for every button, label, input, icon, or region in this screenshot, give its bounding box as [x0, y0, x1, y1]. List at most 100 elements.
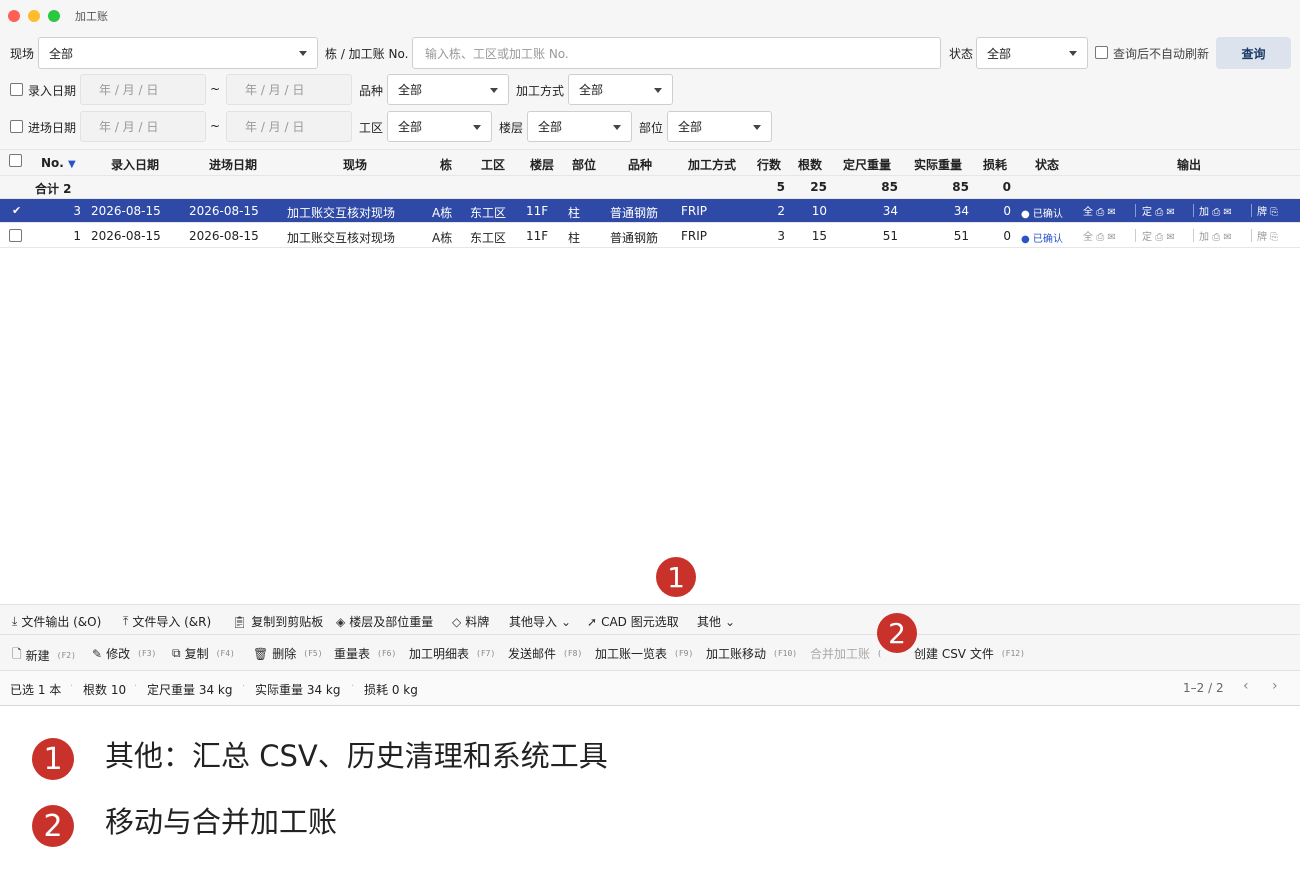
edit-button[interactable]: ✎ 修改 (F3) — [92, 645, 156, 662]
row-checkbox[interactable] — [9, 229, 22, 242]
output-fixed-group[interactable]: 定 ⎙ ✉ — [1142, 228, 1175, 243]
arrival-date-checkbox[interactable] — [10, 120, 23, 133]
print-icon[interactable]: ⎙ — [1155, 207, 1163, 218]
tag-button[interactable]: ◇ 料牌 — [452, 613, 489, 630]
table-row[interactable]: ✔ 3 2026-08-15 2026-08-15 加工账交互核对现场 A栋 东… — [0, 199, 1300, 223]
divider — [1135, 229, 1136, 242]
col-variety[interactable]: 品种 — [628, 156, 652, 173]
mail-icon[interactable]: ✉ — [1166, 207, 1174, 218]
col-part[interactable]: 部位 — [572, 156, 596, 173]
no-refresh-checkbox[interactable] — [1095, 46, 1108, 59]
col-no[interactable]: No. ▼ — [41, 156, 76, 170]
print-icon[interactable]: ⎙ — [1212, 207, 1220, 218]
entry-date-to-input[interactable]: 年 / 月 / 日 — [226, 74, 352, 105]
new-button[interactable]: 🗋︎ 新建 (F2) — [12, 645, 76, 666]
col-method[interactable]: 加工方式 — [688, 156, 736, 173]
create-csv-button[interactable]: 创建 CSV 文件 (F12) — [914, 645, 1025, 662]
col-count[interactable]: 根数 — [798, 156, 822, 173]
col-status[interactable]: 状态 — [1035, 156, 1059, 173]
close-window-button[interactable] — [8, 10, 20, 22]
other-import-menu[interactable]: 其他导入 ⌄ — [509, 613, 571, 630]
delete-button[interactable]: 🗑︎ 删除 (F5) — [253, 645, 323, 662]
table-row[interactable]: 1 2026-08-15 2026-08-15 加工账交互核对现场 A栋 东工区… — [0, 224, 1300, 248]
output-fixed-group[interactable]: 定 ⎙ ✉ — [1142, 203, 1175, 218]
select-all-checkbox[interactable] — [9, 154, 22, 167]
output-proc-group[interactable]: 加 ⎙ ✉ — [1199, 228, 1232, 243]
chevron-down-icon — [654, 87, 662, 93]
send-mail-button[interactable]: 发送邮件 (F8) — [508, 645, 582, 662]
col-fixed-weight[interactable]: 定尺重量 — [843, 156, 891, 173]
cell-actual-weight: 51 — [953, 229, 969, 243]
floor-select[interactable]: 全部 — [527, 111, 632, 142]
next-page-icon[interactable]: › — [1272, 678, 1278, 694]
pdf-icon[interactable]: ⎘ — [1270, 232, 1278, 243]
building-search-placeholder: 输入栋、工区或加工账 No. — [425, 46, 569, 61]
other-menu[interactable]: 其他 ⌄ — [697, 613, 735, 630]
col-zone[interactable]: 工区 — [481, 156, 505, 173]
count-total: 根数 10 — [83, 683, 127, 697]
floor-weight-button[interactable]: ◈ 楼层及部位重量 — [336, 613, 433, 630]
output-tag-group[interactable]: 牌 ⎘ — [1257, 203, 1278, 218]
query-button[interactable]: 查询 — [1216, 37, 1291, 69]
output-tag-group[interactable]: 牌 ⎘ — [1257, 228, 1278, 243]
col-rows[interactable]: 行数 — [757, 156, 781, 173]
mail-icon[interactable]: ✉ — [1223, 207, 1231, 218]
move-button[interactable]: 加工账移动 (F10) — [706, 645, 797, 662]
building-search-input[interactable]: 输入栋、工区或加工账 No. — [412, 37, 941, 69]
print-icon[interactable]: ⎙ — [1096, 232, 1104, 243]
arrival-date-to-input[interactable]: 年 / 月 / 日 — [226, 111, 352, 142]
output-proc-label: 加 — [1199, 207, 1209, 218]
floor-select-value: 全部 — [538, 120, 563, 134]
cad-select-button[interactable]: ➚ CAD 图元选取 — [587, 613, 679, 630]
new-file-icon: 🗋︎ — [12, 647, 22, 661]
col-site[interactable]: 现场 — [343, 156, 367, 173]
status-select[interactable]: 全部 — [976, 37, 1088, 69]
print-icon[interactable]: ⎙ — [1155, 232, 1163, 243]
file-import-button[interactable]: ⤒ 文件导入 (&R) — [123, 613, 211, 630]
prev-page-icon[interactable]: ‹ — [1243, 678, 1249, 694]
divider — [1251, 204, 1252, 217]
copy-button[interactable]: ⧉ 复制 (F4) — [172, 645, 235, 662]
cell-building: A栋 — [432, 231, 453, 245]
part-select-value: 全部 — [678, 120, 703, 134]
print-icon[interactable]: ⎙ — [1212, 232, 1220, 243]
zone-select[interactable]: 全部 — [387, 111, 492, 142]
weight-table-button[interactable]: 重量表 (F6) — [334, 645, 396, 662]
minimize-window-button[interactable] — [28, 10, 40, 22]
output-all-group[interactable]: 全 ⎙ ✉ — [1083, 203, 1116, 218]
detail-table-button[interactable]: 加工明细表 (F7) — [409, 645, 495, 662]
part-select[interactable]: 全部 — [667, 111, 772, 142]
list-button[interactable]: 加工账一览表 (F9) — [595, 645, 693, 662]
entry-date-checkbox[interactable] — [10, 83, 23, 96]
cell-loss: 0 — [1003, 229, 1011, 243]
arrival-date-from-input[interactable]: 年 / 月 / 日 — [80, 111, 206, 142]
col-arrival-date[interactable]: 进场日期 — [209, 156, 257, 173]
chevron-down-icon — [299, 51, 307, 56]
output-all-group[interactable]: 全 ⎙ ✉ — [1083, 228, 1116, 243]
cell-fixed-weight: 51 — [882, 229, 898, 243]
col-floor[interactable]: 楼层 — [530, 156, 554, 173]
col-building[interactable]: 栋 — [440, 156, 452, 173]
entry-date-from-input[interactable]: 年 / 月 / 日 — [80, 74, 206, 105]
col-actual-weight[interactable]: 实际重量 — [914, 156, 962, 173]
floor-weight-label: 楼层及部位重量 — [349, 615, 434, 629]
mail-icon[interactable]: ✉ — [1107, 232, 1115, 243]
mail-icon[interactable]: ✉ — [1166, 232, 1174, 243]
col-loss[interactable]: 损耗 — [983, 156, 1007, 173]
site-label: 现场 — [10, 47, 35, 61]
pdf-icon[interactable]: ⎘ — [1270, 207, 1278, 218]
mail-icon[interactable]: ✉ — [1223, 232, 1231, 243]
print-icon[interactable]: ⎙ — [1096, 207, 1104, 218]
merge-button[interactable]: 合并加工账 ( — [810, 645, 882, 662]
variety-select[interactable]: 全部 — [387, 74, 509, 105]
col-entry-date[interactable]: 录入日期 — [111, 156, 159, 173]
divider — [1251, 229, 1252, 242]
file-output-button[interactable]: ⤓ 文件输出 (&O) — [12, 613, 101, 630]
copy-clipboard-button[interactable]: 📋︎ 复制到剪贴板 — [232, 613, 323, 630]
mail-icon[interactable]: ✉ — [1107, 207, 1115, 218]
method-select[interactable]: 全部 — [568, 74, 673, 105]
row-checkbox[interactable]: ✔ — [9, 204, 22, 217]
zoom-window-button[interactable] — [48, 10, 60, 22]
site-select[interactable]: 全部 — [38, 37, 318, 69]
output-proc-group[interactable]: 加 ⎙ ✉ — [1199, 203, 1232, 218]
